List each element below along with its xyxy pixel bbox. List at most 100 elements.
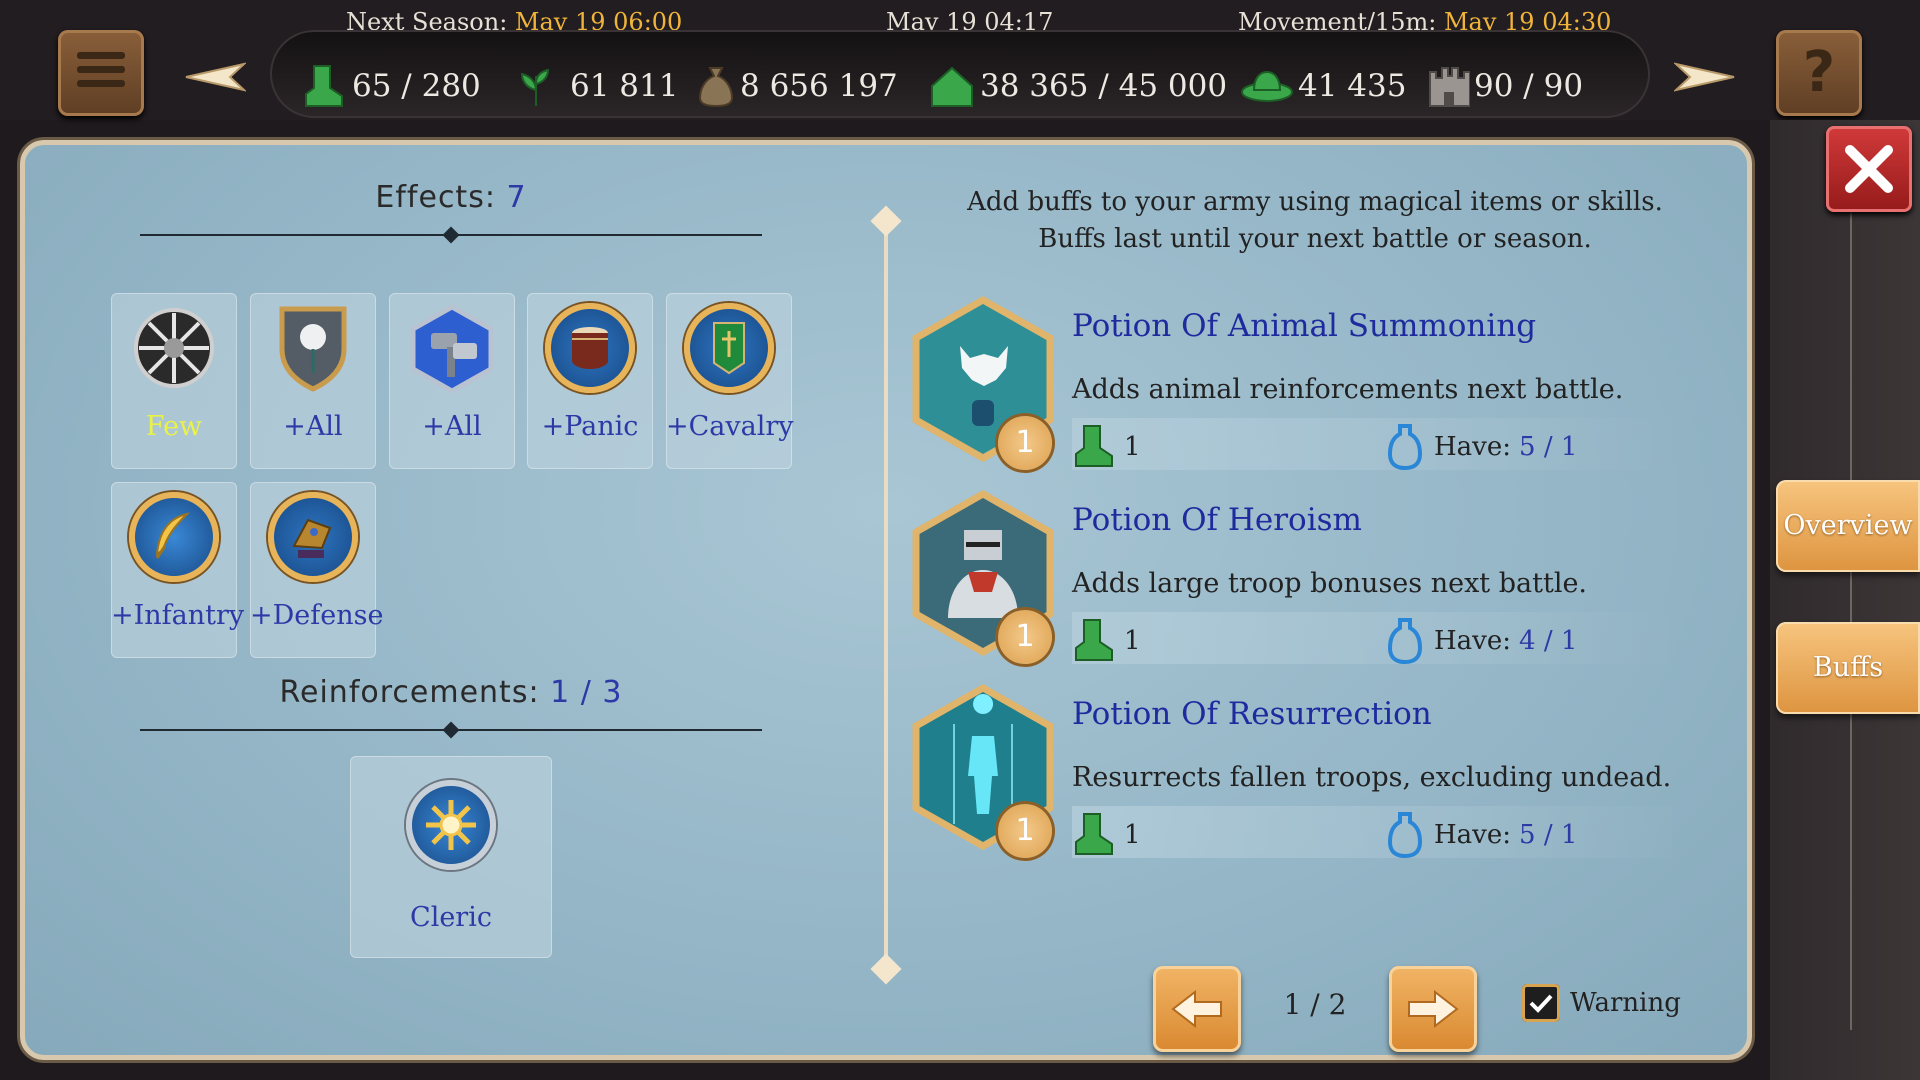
effect-label: +Defense — [250, 600, 384, 631]
resource-boots-value: 65 / 280 — [352, 68, 481, 104]
resource-plant: 61 811 — [516, 64, 678, 108]
close-icon — [1845, 145, 1893, 193]
reinforcement-tile[interactable]: Cleric — [350, 756, 552, 958]
potion-description: Adds large troop bonuses next battle. — [1072, 568, 1588, 599]
potion-cost-value: 1 — [1124, 820, 1141, 850]
warning-label: Warning — [1570, 988, 1681, 1018]
potion-item[interactable]: 1 Potion Of Animal Summoning Adds animal… — [910, 296, 1672, 486]
effect-label: +All — [422, 411, 482, 442]
reinforcements-count: 1 / 3 — [550, 675, 623, 710]
house-icon — [931, 66, 973, 107]
right-sidebar — [1770, 120, 1920, 1080]
banner-icon — [684, 303, 774, 393]
vertical-divider — [884, 220, 888, 980]
effect-tile[interactable]: +Defense — [250, 482, 384, 658]
effect-label: +Cavalry — [666, 411, 794, 442]
boot-icon — [305, 65, 343, 107]
tab-buffs[interactable]: Buffs — [1776, 622, 1920, 714]
effect-tile[interactable]: +Cavalry — [666, 293, 794, 469]
resource-plant-value: 61 811 — [570, 68, 679, 104]
potion-have: Have: 4 / 1 — [1388, 618, 1577, 664]
warning-checkbox[interactable] — [1522, 984, 1560, 1022]
potion-cost-row — [1072, 418, 1672, 470]
sidebar-rail — [1850, 200, 1852, 1030]
buffs-intro: Add buffs to your army using magical ite… — [940, 184, 1690, 258]
prev-page-button[interactable] — [1153, 966, 1241, 1052]
have-value: 4 / 1 — [1519, 626, 1578, 656]
potion-title: Potion Of Heroism — [1072, 502, 1362, 538]
potion-bottle-icon — [1388, 618, 1422, 664]
resource-castle-value: 90 / 90 — [1474, 68, 1584, 104]
drum-icon — [545, 303, 635, 393]
effect-tile[interactable]: Few — [111, 293, 237, 469]
resource-population-value: 38 365 / 45 000 — [980, 68, 1228, 104]
potion-title: Potion Of Animal Summoning — [1072, 308, 1537, 344]
potion-cost: 1 — [1072, 424, 1141, 470]
hamburger-menu-icon — [77, 52, 125, 94]
potion-cost-value: 1 — [1124, 432, 1141, 462]
potion-cost-row — [1072, 612, 1672, 664]
potion-have: Have: 5 / 1 — [1388, 424, 1577, 470]
resource-army-value: 41 435 — [1298, 68, 1407, 104]
close-button[interactable] — [1826, 126, 1912, 212]
boot-icon — [1075, 813, 1113, 855]
page-indicator: 1 / 2 — [1283, 988, 1347, 1021]
money-bag-icon — [698, 67, 734, 108]
potion-cost-row — [1072, 806, 1672, 858]
effect-tile[interactable]: +All — [250, 293, 376, 469]
tab-overview[interactable]: Overview — [1776, 480, 1920, 572]
hammer-hexagon-icon — [407, 303, 497, 394]
potion-have: Have: 5 / 1 — [1388, 812, 1577, 858]
boot-icon — [1075, 619, 1113, 661]
reinforcement-label: Cleric — [410, 902, 492, 933]
help-button[interactable]: ? — [1776, 30, 1862, 116]
effect-tile[interactable]: +All — [389, 293, 515, 469]
sun-icon — [406, 780, 496, 870]
have-label: Have: — [1434, 432, 1512, 462]
menu-button[interactable] — [58, 30, 144, 116]
effect-tile[interactable]: +Infantry — [111, 482, 245, 658]
help-icon: ? — [1802, 40, 1836, 105]
potion-cost-value: 1 — [1124, 626, 1141, 656]
potion-badge: 1 — [998, 416, 1052, 470]
resource-gold-value: 8 656 197 — [740, 68, 898, 104]
have-value: 5 / 1 — [1519, 820, 1578, 850]
resource-gold: 8 656 197 — [696, 64, 898, 108]
effects-count: 7 — [506, 180, 527, 215]
rose-shield-icon — [268, 303, 358, 393]
next-arrow-icon[interactable] — [1674, 60, 1736, 94]
plant-icon — [520, 68, 550, 106]
potion-title: Potion Of Resurrection — [1072, 696, 1432, 732]
feather-icon — [129, 492, 219, 582]
potion-item[interactable]: 1 Potion Of Heroism Adds large troop bon… — [910, 490, 1672, 680]
effect-label: Few — [145, 411, 203, 442]
reinforcements-title: Reinforcements: 1 / 3 — [279, 675, 623, 710]
have-value: 5 / 1 — [1519, 432, 1578, 462]
effect-tile[interactable]: +Panic — [527, 293, 653, 469]
potion-badge: 1 — [998, 804, 1052, 858]
potion-description: Resurrects fallen troops, excluding unde… — [1072, 762, 1672, 793]
gauntlet-icon — [268, 492, 358, 582]
boot-icon — [1075, 425, 1113, 467]
potion-description: Adds animal reinforcements next battle. — [1072, 374, 1624, 405]
potion-cost: 1 — [1072, 618, 1141, 664]
hat-icon — [1241, 70, 1293, 102]
potion-cost: 1 — [1072, 812, 1141, 858]
resource-castle: 90 / 90 — [1428, 64, 1583, 108]
next-page-button[interactable] — [1389, 966, 1477, 1052]
previous-arrow-icon[interactable] — [184, 60, 246, 94]
effect-label: +Infantry — [111, 600, 245, 631]
effect-label: +Panic — [541, 411, 639, 442]
potion-badge: 1 — [998, 610, 1052, 664]
potion-bottle-icon — [1388, 424, 1422, 470]
have-label: Have: — [1434, 626, 1512, 656]
potion-item[interactable]: 1 Potion Of Resurrection Resurrects fall… — [910, 684, 1672, 874]
resource-population: 38 365 / 45 000 — [928, 64, 1227, 108]
potion-bottle-icon — [1388, 812, 1422, 858]
arrow-left-icon — [1171, 990, 1222, 1028]
snowflake-icon — [129, 303, 219, 393]
warning-toggle[interactable]: Warning — [1522, 984, 1681, 1022]
resource-boots: 65 / 280 — [300, 64, 481, 108]
castle-icon — [1429, 67, 1470, 107]
effect-label: +All — [283, 411, 343, 442]
